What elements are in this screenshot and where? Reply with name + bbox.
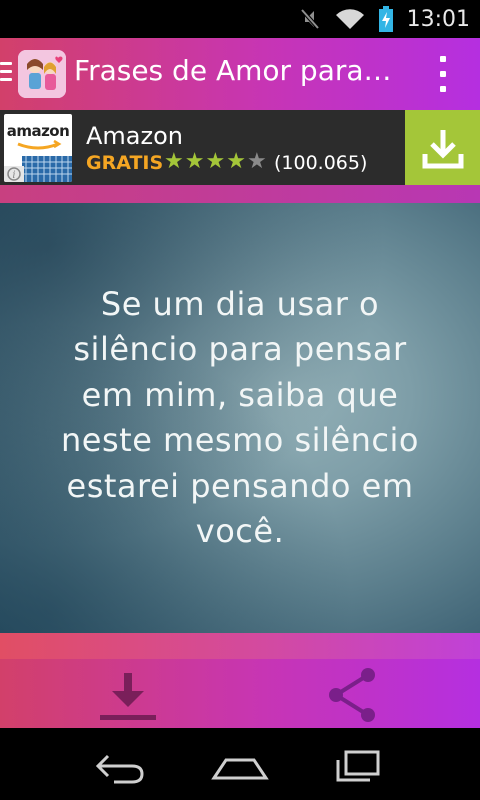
download-icon <box>422 129 463 168</box>
star-filled-icon: ★ <box>184 149 205 174</box>
status-icons: 13:01 <box>299 0 470 38</box>
back-button[interactable] <box>90 746 150 786</box>
star-filled-icon: ★ <box>226 149 246 174</box>
ad-banner[interactable]: amazon i Amazon GRATIS ★ ★ ★ ★ ★ (100.065) <box>0 110 480 185</box>
back-icon <box>95 754 144 784</box>
star-empty-icon: ★ <box>246 149 267 174</box>
status-time: 13:01 <box>406 6 470 32</box>
ad-title: Amazon <box>86 122 183 150</box>
amazon-app-icon: amazon i <box>4 114 72 182</box>
star-filled-icon: ★ <box>164 149 184 174</box>
hamburger-icon[interactable] <box>0 62 14 86</box>
app-bar: Frases de Amor para… <box>0 38 480 110</box>
recent-apps-icon <box>336 750 380 782</box>
amazon-cart-graphic: i <box>4 139 72 182</box>
system-nav-bar <box>0 728 480 800</box>
mute-icon <box>300 8 320 30</box>
download-button[interactable] <box>96 669 160 723</box>
home-icon <box>211 758 269 780</box>
star-filled-icon: ★ <box>205 149 226 174</box>
wifi-icon <box>335 9 364 29</box>
ad-review-count: (100.065) <box>274 152 368 174</box>
action-bar <box>0 633 480 728</box>
share-button[interactable] <box>322 667 382 723</box>
recent-apps-button[interactable] <box>330 746 390 786</box>
home-button[interactable] <box>210 746 270 786</box>
quote-text: Se um dia usar o silêncio para pensar em… <box>61 284 419 551</box>
divider-strip <box>0 185 480 203</box>
overflow-menu-icon[interactable] <box>436 56 450 92</box>
share-icon <box>329 668 375 722</box>
battery-charging-icon <box>378 6 393 32</box>
download-icon <box>100 673 156 720</box>
quote-card: Se um dia usar o silêncio para pensar em… <box>0 203 480 633</box>
app-logo-icon[interactable] <box>18 50 66 98</box>
status-bar: 13:01 <box>0 0 480 38</box>
app-title: Frases de Amor para… <box>74 54 392 87</box>
ad-rating-stars: ★ ★ ★ ★ ★ <box>164 150 267 174</box>
couple-illustration <box>18 50 66 98</box>
ad-install-button[interactable] <box>405 110 480 185</box>
svg-text:i: i <box>12 170 15 181</box>
ad-price-label: GRATIS <box>86 152 164 174</box>
